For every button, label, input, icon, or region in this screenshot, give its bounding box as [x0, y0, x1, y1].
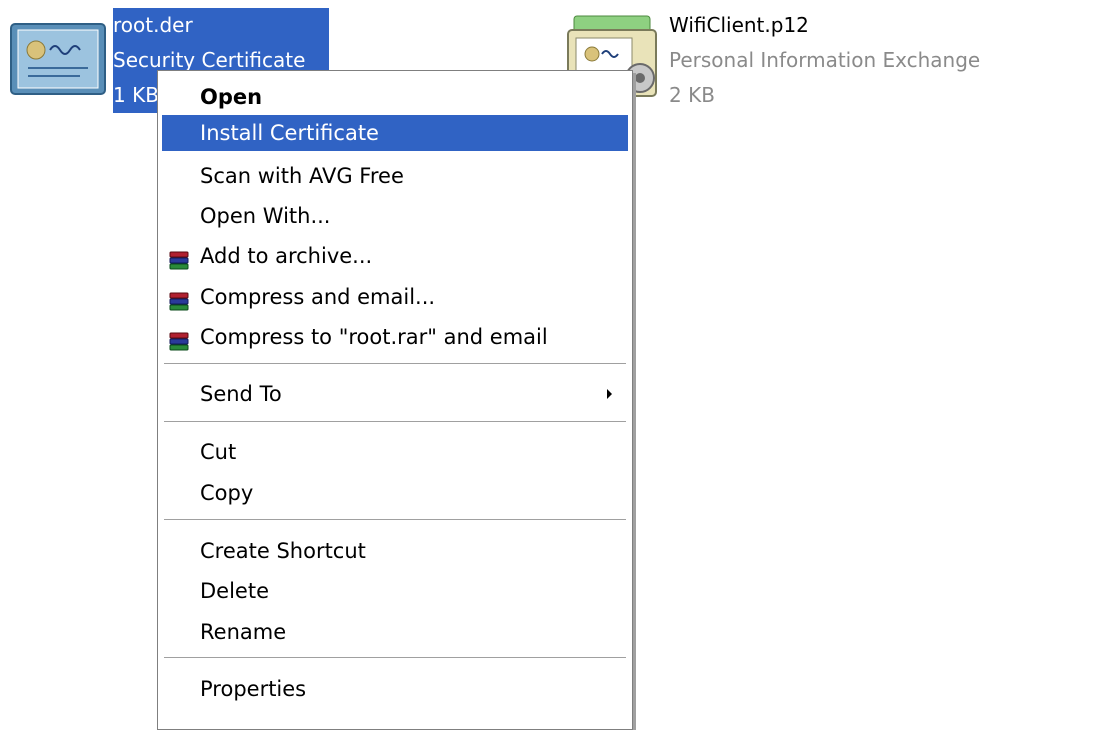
menu-item-send-to[interactable]: Send To	[162, 376, 628, 412]
menu-item-add-to-archive[interactable]: Add to archive...	[162, 238, 628, 274]
menu-item-label: Open With...	[200, 204, 331, 228]
menu-item-label: Properties	[200, 677, 307, 701]
menu-item-label: Copy	[200, 481, 254, 505]
file-name[interactable]: WifiClient.p12	[669, 8, 980, 43]
menu-item-install-certificate[interactable]: Install Certificate	[162, 115, 628, 151]
menu-item-label: Delete	[200, 579, 269, 603]
menu-item-label: Add to archive...	[200, 244, 373, 268]
certificate-icon[interactable]	[10, 20, 106, 98]
menu-item-label: Cut	[200, 440, 237, 464]
winrar-icon	[168, 287, 192, 311]
menu-item-delete[interactable]: Delete	[162, 573, 628, 609]
menu-item-open[interactable]: Open	[162, 79, 628, 115]
menu-separator	[164, 363, 626, 365]
menu-separator	[164, 421, 626, 423]
winrar-icon	[168, 246, 192, 270]
menu-item-label: Compress to "root.rar" and email	[200, 325, 548, 349]
menu-separator	[164, 657, 626, 659]
menu-item-compress-to-rar-and-email[interactable]: Compress to "root.rar" and email	[162, 319, 628, 355]
menu-item-open-with[interactable]: Open With...	[162, 198, 628, 234]
winrar-icon	[168, 327, 192, 351]
menu-item-label: Create Shortcut	[200, 539, 366, 563]
menu-item-label: Rename	[200, 620, 287, 644]
menu-item-cut[interactable]: Cut	[162, 434, 628, 470]
file-name[interactable]: root.der	[113, 8, 329, 43]
file-label-wificlient-p12[interactable]: WifiClient.p12 Personal Information Exch…	[669, 8, 980, 113]
menu-item-scan-with-avg[interactable]: Scan with AVG Free	[162, 158, 628, 194]
submenu-arrow-icon	[607, 389, 612, 399]
menu-separator	[164, 519, 626, 521]
menu-item-label: Scan with AVG Free	[200, 164, 404, 188]
menu-item-label: Install Certificate	[200, 121, 379, 145]
menu-item-copy[interactable]: Copy	[162, 475, 628, 511]
menu-item-create-shortcut[interactable]: Create Shortcut	[162, 533, 628, 569]
menu-item-label: Send To	[200, 382, 282, 406]
file-size: 2 KB	[669, 83, 715, 107]
menu-item-label: Compress and email...	[200, 285, 436, 309]
file-type: Personal Information Exchange	[669, 48, 981, 72]
context-menu: Open Install Certificate Scan with AVG F…	[157, 70, 633, 730]
menu-item-label: Open	[200, 85, 263, 109]
menu-item-compress-and-email[interactable]: Compress and email...	[162, 279, 628, 315]
menu-item-rename[interactable]: Rename	[162, 614, 628, 650]
menu-item-properties[interactable]: Properties	[162, 671, 628, 707]
